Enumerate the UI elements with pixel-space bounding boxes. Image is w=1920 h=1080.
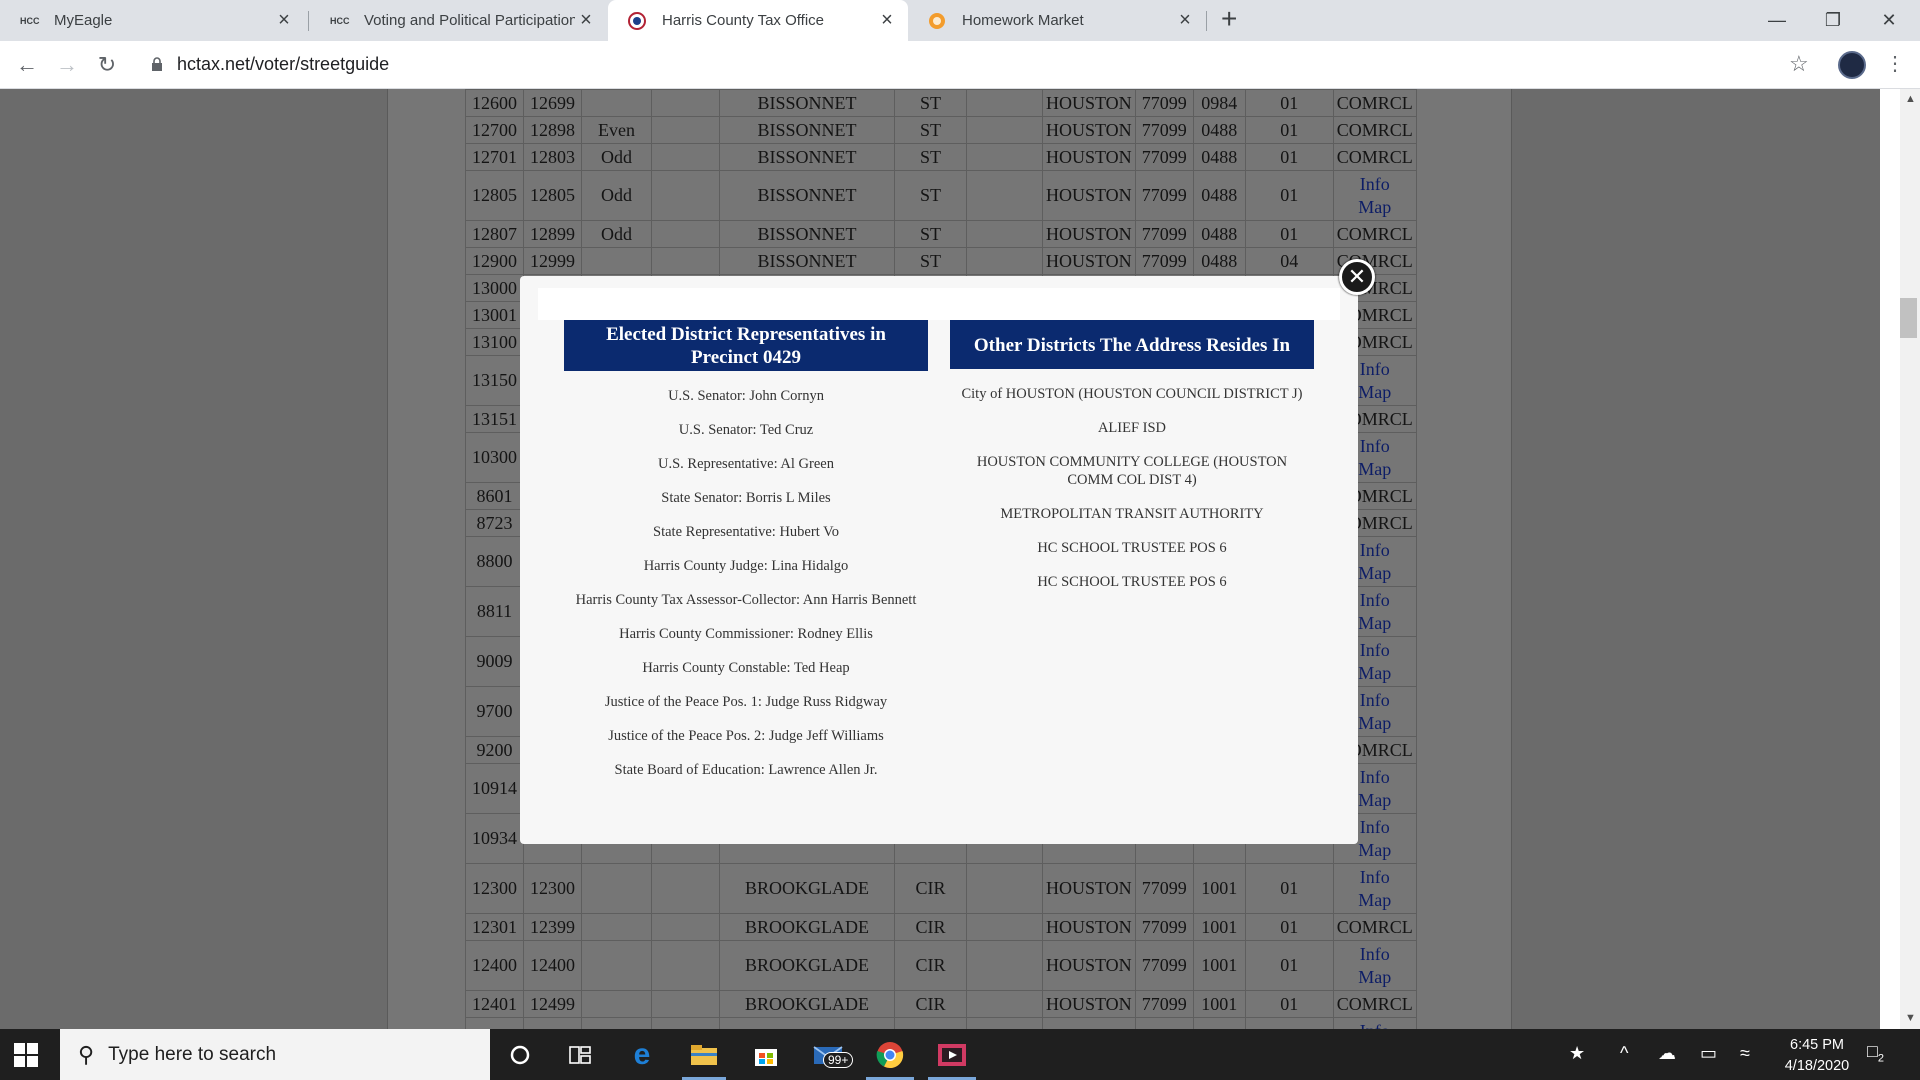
more-menu-icon[interactable]: ⋮ <box>1885 51 1905 76</box>
media-player-icon[interactable] <box>930 1037 974 1073</box>
scrollbar-gutter <box>1880 89 1900 1029</box>
hcc-favicon-icon: HCC <box>330 15 350 26</box>
tab-homework-market[interactable]: Homework Market × <box>908 0 1206 41</box>
other-districts-heading: Other Districts The Address Resides In <box>950 320 1314 369</box>
modal-header-band <box>538 288 1340 320</box>
representatives-heading: Elected District Representatives in Prec… <box>564 320 928 371</box>
task-view-icon[interactable] <box>558 1037 602 1073</box>
system-clock[interactable]: 6:45 PM 4/18/2020 <box>1762 1035 1872 1077</box>
representative-item: State Board of Education: Lawrence Allen… <box>614 762 878 778</box>
notification-count: 2 <box>1877 1052 1884 1065</box>
file-explorer-icon[interactable] <box>682 1037 726 1073</box>
district-info-modal: Elected District Representatives in Prec… <box>520 276 1358 844</box>
address-bar[interactable]: hctax.net/voter/streetguide <box>177 54 389 75</box>
new-tab-plus-icon[interactable]: + <box>1221 3 1237 35</box>
representative-item: Justice of the Peace Pos. 2: Judge Jeff … <box>608 728 884 744</box>
homework-market-favicon-icon <box>928 12 952 30</box>
district-item: HC SCHOOL TRUSTEE POS 6 <box>1037 574 1227 590</box>
clock-date: 4/18/2020 <box>1784 1058 1850 1074</box>
district-item: City of HOUSTON (HOUSTON COUNCIL DISTRIC… <box>961 386 1303 402</box>
representative-item: State Representative: Hubert Vo <box>653 524 839 540</box>
clock-time: 6:45 PM <box>1790 1037 1844 1053</box>
seal-favicon-icon <box>628 11 652 30</box>
profile-avatar[interactable] <box>1838 51 1866 79</box>
other-districts-column: Other Districts The Address Resides In C… <box>950 320 1314 607</box>
browser-toolbar: ← → ↻ hctax.net/voter/streetguide ☆ ⋮ <box>0 41 1920 89</box>
search-icon: ⚲ <box>78 1041 95 1067</box>
tab-title: Homework Market <box>962 12 1084 29</box>
tab-title: MyEagle <box>54 12 113 29</box>
district-item: HC SCHOOL TRUSTEE POS 6 <box>1037 540 1227 556</box>
tab-strip: HCC MyEagle × HCC Voting and Political P… <box>0 0 1920 41</box>
tab-harris-county[interactable]: Harris County Tax Office × <box>608 0 908 41</box>
minimize-icon[interactable]: — <box>1754 0 1800 41</box>
action-center-icon[interactable]: □2 <box>1867 1041 1884 1065</box>
search-placeholder: Type here to search <box>108 1043 277 1065</box>
restore-icon[interactable]: ❐ <box>1810 0 1856 41</box>
bookmark-star-icon[interactable]: ☆ <box>1789 51 1809 77</box>
representative-item: U.S. Senator: John Cornyn <box>668 388 824 404</box>
representative-item: U.S. Representative: Al Green <box>658 456 834 472</box>
onedrive-cloud-icon[interactable]: ☁ <box>1658 1043 1676 1064</box>
representative-item: Harris County Constable: Ted Heap <box>642 660 850 676</box>
mail-unread-badge: 99+ <box>823 1052 854 1068</box>
windows-start-icon[interactable] <box>14 1043 38 1067</box>
edge-browser-icon[interactable]: e <box>620 1037 664 1073</box>
close-window-icon[interactable]: ✕ <box>1866 0 1912 41</box>
representative-item: Harris County Commissioner: Rodney Ellis <box>619 626 873 642</box>
tab-myeagle[interactable]: HCC MyEagle × <box>0 0 305 41</box>
taskbar-search-box[interactable]: ⚲ Type here to search <box>60 1029 490 1080</box>
lock-icon[interactable] <box>151 57 163 74</box>
wifi-icon[interactable]: ≈ <box>1740 1043 1750 1064</box>
reload-icon[interactable]: ↻ <box>91 49 123 81</box>
scroll-down-arrow-icon[interactable]: ▼ <box>1905 1012 1916 1024</box>
representative-item: Harris County Judge: Lina Hidalgo <box>643 558 849 574</box>
scroll-up-arrow-icon[interactable]: ▲ <box>1905 93 1916 105</box>
district-item: ALIEF ISD <box>1097 420 1167 436</box>
cortana-icon[interactable] <box>498 1037 542 1073</box>
page-scrollbar[interactable] <box>1900 89 1920 1029</box>
tab-close-icon[interactable]: × <box>273 9 295 32</box>
representative-item: U.S. Senator: Ted Cruz <box>678 422 814 438</box>
battery-icon[interactable]: ▭ <box>1700 1043 1717 1064</box>
representative-item: Justice of the Peace Pos. 1: Judge Russ … <box>604 694 888 710</box>
show-hidden-icons-chevron-icon[interactable]: ^ <box>1620 1043 1628 1064</box>
modal-close-icon[interactable]: ✕ <box>1339 259 1375 295</box>
hcc-favicon-icon: HCC <box>20 15 40 26</box>
forward-arrow-icon[interactable]: → <box>51 49 83 81</box>
representatives-list: U.S. Senator: John Cornyn U.S. Senator: T… <box>564 387 928 779</box>
store-icon[interactable] <box>744 1037 788 1073</box>
district-item: HOUSTON COMMUNITY COLLEGE (HOUSTON COMM … <box>976 454 1288 488</box>
scrollbar-thumb[interactable] <box>1900 298 1917 338</box>
tab-close-icon[interactable]: × <box>1174 9 1196 32</box>
tab-close-icon[interactable]: × <box>876 9 898 32</box>
windows-taskbar: ⚲ Type here to search e ★ ^ ☁ ▭ ≈ 6:45 P… <box>0 1029 1920 1080</box>
people-icon[interactable]: ★ <box>1569 1043 1585 1064</box>
representative-item: State Senator: Borris L Miles <box>661 490 831 506</box>
representative-item: Harris County Tax Assessor-Collector: An… <box>575 592 917 608</box>
district-item: METROPOLITAN TRANSIT AUTHORITY <box>1000 506 1264 522</box>
tab-title: Harris County Tax Office <box>662 12 825 29</box>
chrome-icon[interactable] <box>868 1037 912 1073</box>
tab-close-icon[interactable]: × <box>575 9 597 32</box>
tab-title: Voting and Political Participation <box>364 12 575 29</box>
tab-voting[interactable]: HCC Voting and Political Participation × <box>310 0 607 41</box>
other-districts-list: City of HOUSTON (HOUSTON COUNCIL DISTRIC… <box>950 385 1314 591</box>
back-arrow-icon[interactable]: ← <box>11 49 43 81</box>
elected-representatives-column: Elected District Representatives in Prec… <box>564 320 928 795</box>
